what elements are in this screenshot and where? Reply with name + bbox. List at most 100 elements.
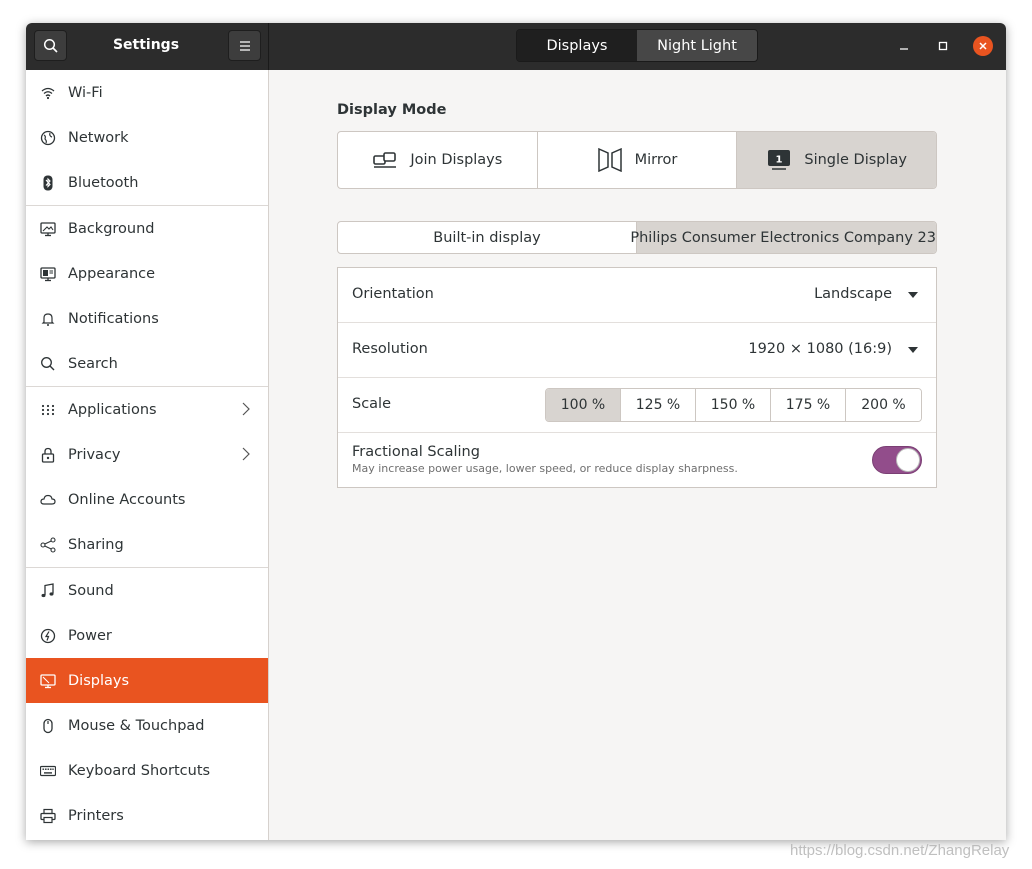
sidebar-item-notifications[interactable]: Notifications [26, 296, 268, 341]
join-displays-icon [373, 152, 397, 168]
mirror-icon [597, 148, 622, 172]
sidebar-item-label: Bluetooth [68, 174, 139, 191]
close-button[interactable] [973, 36, 993, 56]
watermark: https://blog.csdn.net/ZhangRelay [790, 842, 1010, 859]
minimize-button[interactable] [894, 36, 914, 56]
search-icon [43, 38, 58, 53]
menu-button[interactable] [228, 30, 261, 61]
share-icon [40, 536, 56, 553]
fractional-scaling-label: Fractional Scaling [352, 444, 480, 460]
sidebar-item-mouse-touchpad[interactable]: Mouse & Touchpad [26, 703, 268, 748]
app-title: Settings [112, 37, 180, 53]
scale-option-100[interactable]: 100 % [546, 389, 621, 421]
display-settings-list: Orientation Landscape Resolution 1920 × … [337, 267, 937, 488]
maximize-icon [938, 41, 948, 51]
hamburger-menu-icon [239, 40, 250, 51]
sidebar-item-label: Background [68, 220, 155, 237]
sidebar-item-online-accounts[interactable]: Online Accounts [26, 477, 268, 522]
join-displays-label: Join Displays [410, 152, 503, 168]
sidebar-item-appearance[interactable]: Appearance [26, 251, 268, 296]
sidebar-item-label: Sharing [68, 536, 124, 553]
tab-night-light[interactable]: Night Light [637, 30, 757, 61]
scale-label: Scale [352, 396, 392, 412]
sidebar-item-label: Online Accounts [68, 491, 186, 508]
scale-option-200[interactable]: 200 % [846, 389, 921, 421]
appearance-icon [40, 266, 56, 282]
search-icon [40, 356, 56, 372]
sidebar-item-label: Privacy [68, 446, 121, 463]
single-display-badge: 1 [776, 155, 783, 166]
sidebar-item-label: Sound [68, 582, 114, 599]
sidebar-item-search[interactable]: Search [26, 341, 268, 386]
printer-icon [40, 808, 56, 824]
tab-philips-display[interactable]: Philips Consumer Electronics Company 23" [630, 222, 936, 253]
sidebar-item-printers[interactable]: Printers [26, 793, 268, 838]
orientation-row[interactable]: Orientation Landscape [338, 268, 936, 323]
sidebar-item-label: Applications [68, 401, 157, 418]
display-icon [40, 673, 56, 689]
keyboard-icon [40, 763, 56, 779]
maximize-button[interactable] [933, 36, 953, 56]
sidebar-item-sharing[interactable]: Sharing [26, 522, 268, 567]
resolution-value: 1920 × 1080 (16:9) [748, 341, 892, 357]
sidebar: Wi-Fi Network Bluetooth Background Appea… [26, 70, 269, 840]
sidebar-item-network[interactable]: Network [26, 115, 268, 160]
displays-panel: Display Mode Join Displays Mirror 1 Sing… [269, 70, 1006, 840]
close-icon [979, 42, 987, 50]
fractional-scaling-row: Fractional Scaling May increase power us… [338, 433, 936, 488]
sidebar-item-bluetooth[interactable]: Bluetooth [26, 160, 268, 205]
scale-option-175[interactable]: 175 % [771, 389, 846, 421]
lock-icon [40, 447, 56, 463]
apps-grid-icon [40, 402, 56, 418]
mirror-label: Mirror [634, 152, 678, 168]
scale-row: Scale 100 % 125 % 150 % 175 % 200 % [338, 378, 936, 433]
search-button[interactable] [34, 30, 67, 61]
sidebar-item-displays[interactable]: Displays [26, 658, 268, 703]
sidebar-item-wifi[interactable]: Wi-Fi [26, 70, 268, 115]
display-mode-selector: Join Displays Mirror 1 Single Display [337, 131, 937, 189]
toggle-knob [896, 448, 920, 472]
sidebar-item-keyboard-shortcuts[interactable]: Keyboard Shortcuts [26, 748, 268, 793]
music-note-icon [40, 582, 56, 599]
chevron-right-icon [242, 402, 250, 420]
wifi-icon [40, 85, 56, 101]
tab-displays[interactable]: Displays [517, 30, 637, 61]
orientation-value: Landscape [814, 286, 892, 302]
scale-selector: 100 % 125 % 150 % 175 % 200 % [545, 388, 922, 422]
sidebar-item-label: Network [68, 129, 129, 146]
sidebar-item-applications[interactable]: Applications [26, 387, 268, 432]
mouse-icon [40, 718, 56, 734]
sidebar-item-sound[interactable]: Sound [26, 568, 268, 613]
minimize-icon [900, 48, 908, 50]
single-display-label: Single Display [804, 152, 907, 168]
sidebar-item-label: Wi-Fi [68, 84, 103, 101]
display-selector-tabs: Built-in display Philips Consumer Electr… [337, 221, 937, 254]
tab-built-in-display[interactable]: Built-in display [338, 222, 636, 253]
background-icon [40, 221, 56, 237]
sidebar-item-label: Keyboard Shortcuts [68, 762, 211, 779]
titlebar-left: Settings [26, 23, 269, 70]
mirror-button[interactable]: Mirror [538, 132, 738, 188]
sidebar-item-privacy[interactable]: Privacy [26, 432, 268, 477]
settings-window: Settings Displays Night Light Wi-Fi Netw… [26, 23, 1006, 840]
orientation-label: Orientation [352, 286, 434, 302]
dropdown-arrow-icon [908, 347, 918, 353]
bell-icon [40, 311, 56, 327]
display-mode-heading: Display Mode [337, 102, 447, 118]
scale-option-150[interactable]: 150 % [696, 389, 771, 421]
scale-option-125[interactable]: 125 % [621, 389, 696, 421]
bluetooth-icon [40, 175, 56, 191]
titlebar: Settings Displays Night Light [26, 23, 1006, 70]
sidebar-item-background[interactable]: Background [26, 206, 268, 251]
join-displays-button[interactable]: Join Displays [338, 132, 538, 188]
sidebar-item-label: Notifications [68, 310, 159, 327]
fractional-scaling-toggle[interactable] [872, 446, 922, 474]
sidebar-item-power[interactable]: Power [26, 613, 268, 658]
sidebar-item-label: Appearance [68, 265, 156, 282]
sidebar-item-label: Search [68, 355, 118, 372]
single-display-button[interactable]: 1 Single Display [737, 132, 936, 188]
cloud-icon [40, 492, 56, 508]
power-icon [40, 628, 56, 644]
resolution-label: Resolution [352, 341, 428, 357]
resolution-row[interactable]: Resolution 1920 × 1080 (16:9) [338, 323, 936, 378]
